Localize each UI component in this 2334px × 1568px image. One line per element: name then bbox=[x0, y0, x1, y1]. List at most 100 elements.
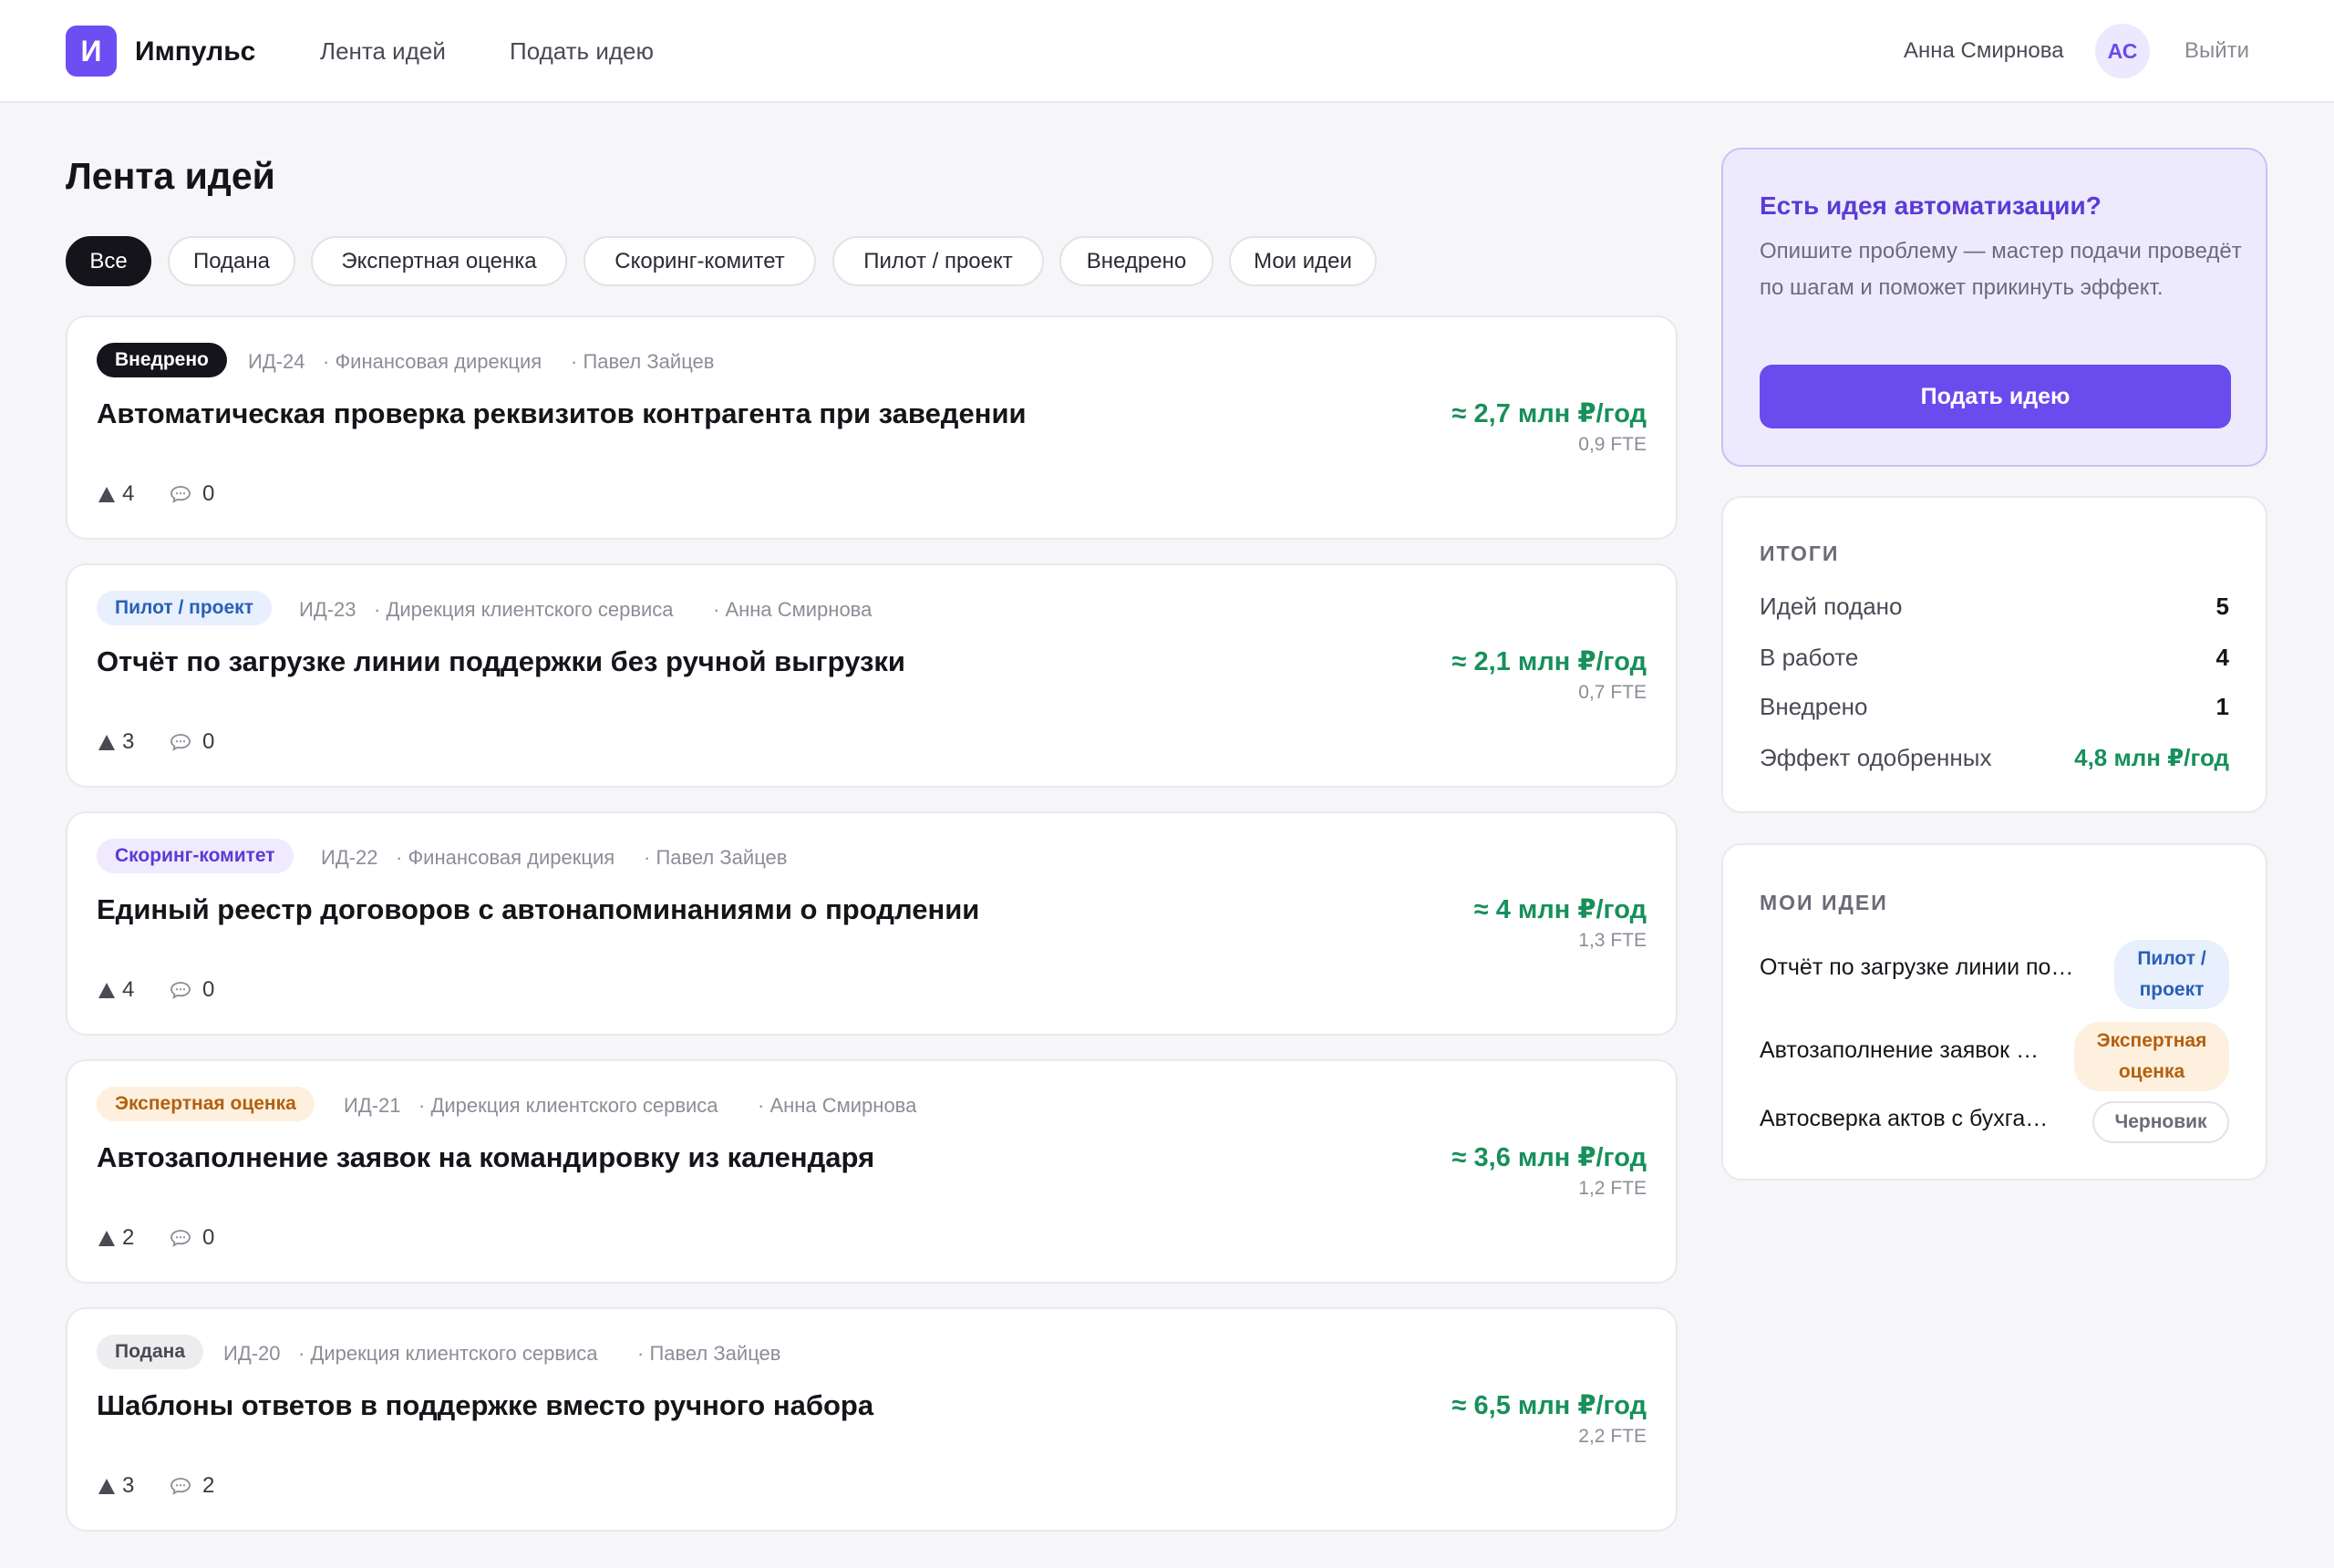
idea-fte: 1,2 FTE bbox=[1578, 1178, 1647, 1199]
comment-icon bbox=[170, 486, 191, 503]
idea-card[interactable]: Пилот / проект ИД-23 · Дирекция клиентск… bbox=[66, 563, 1678, 788]
cta-text: Опишите проблему — мастер подачи проведё… bbox=[1760, 239, 2242, 300]
vote-button[interactable]: 3 bbox=[98, 1473, 134, 1499]
status-badge: Внедрено bbox=[97, 343, 227, 377]
idea-fte: 2,2 FTE bbox=[1578, 1426, 1647, 1447]
idea-title[interactable]: Единый реестр договоров с автонапоминани… bbox=[97, 893, 979, 926]
comments-link[interactable]: 2 bbox=[170, 1473, 214, 1499]
stat-value: 5 bbox=[2215, 593, 2229, 620]
stat-label: Идей подано bbox=[1760, 593, 1903, 620]
idea-department: · Дирекция клиентского сервиса bbox=[298, 1342, 598, 1365]
totals-heading: ИТОГИ bbox=[1760, 542, 1840, 565]
vote-up-icon bbox=[98, 1478, 115, 1494]
comment-count: 2 bbox=[202, 1473, 215, 1498]
idea-effect: ≈ 3,6 млн ₽/год bbox=[1451, 1143, 1647, 1172]
idea-id: ИД-24 bbox=[248, 350, 305, 373]
submit-idea-cta: Есть идея автоматизации? Опишите проблем… bbox=[1721, 148, 2267, 467]
filter-chip-all[interactable]: Все bbox=[66, 236, 151, 286]
idea-card[interactable]: Внедрено ИД-24 · Финансовая дирекция · П… bbox=[66, 315, 1678, 540]
comment-count: 0 bbox=[202, 481, 215, 506]
idea-author: · Павел Зайцев bbox=[644, 846, 788, 869]
idea-id: ИД-21 bbox=[344, 1094, 401, 1117]
idea-id: ИД-20 bbox=[223, 1342, 281, 1365]
idea-card[interactable]: Экспертная оценка ИД-21 · Дирекция клиен… bbox=[66, 1059, 1678, 1284]
filter-chip-my-ideas[interactable]: Мои идеи bbox=[1229, 236, 1377, 286]
my-idea-title[interactable]: Автозаполнение заявок … bbox=[1760, 1037, 2070, 1064]
nav-feed-link[interactable]: Лента идей bbox=[320, 37, 446, 66]
comment-icon bbox=[170, 982, 191, 999]
cta-title: Есть идея автоматизации? bbox=[1760, 191, 2102, 220]
idea-department: · Финансовая дирекция bbox=[396, 846, 615, 869]
idea-title[interactable]: Автозаполнение заявок на командировку из… bbox=[97, 1141, 874, 1174]
logout-link[interactable]: Выйти bbox=[2184, 38, 2249, 64]
idea-effect: ≈ 2,1 млн ₽/год bbox=[1451, 647, 1647, 676]
vote-button[interactable]: 3 bbox=[98, 729, 134, 755]
idea-card[interactable]: Подана ИД-20 · Дирекция клиентского серв… bbox=[66, 1307, 1678, 1532]
totals-card: ИТОГИ Идей подано 5 В работе 4 Внедрено … bbox=[1721, 496, 2267, 813]
idea-author: · Павел Зайцев bbox=[637, 1342, 781, 1365]
idea-id: ИД-22 bbox=[321, 846, 378, 869]
status-badge: Пилот / проект bbox=[97, 591, 272, 625]
vote-up-icon bbox=[98, 982, 115, 998]
filter-chip-scoring[interactable]: Скоринг-комитет bbox=[584, 236, 816, 286]
filter-chip-implemented[interactable]: Внедрено bbox=[1059, 236, 1213, 286]
vote-button[interactable]: 2 bbox=[98, 1225, 134, 1251]
comments-link[interactable]: 0 bbox=[170, 729, 214, 755]
my-idea-title[interactable]: Отчёт по загрузке линии по… bbox=[1760, 954, 2106, 981]
stat-label: Внедрено bbox=[1760, 693, 1868, 720]
filter-chip-submitted[interactable]: Подана bbox=[168, 236, 295, 286]
comments-link[interactable]: 0 bbox=[170, 1225, 214, 1251]
comment-count: 0 bbox=[202, 729, 215, 754]
status-badge: Скоринг-комитет bbox=[97, 839, 294, 873]
filter-chip-expert[interactable]: Экспертная оценка bbox=[311, 236, 567, 286]
vote-count: 4 bbox=[122, 977, 135, 1002]
idea-fte: 0,9 FTE bbox=[1578, 434, 1647, 455]
vote-count: 4 bbox=[122, 481, 135, 506]
idea-id: ИД-23 bbox=[299, 598, 356, 621]
nav-submit-link[interactable]: Подать идею bbox=[510, 37, 654, 66]
stat-label: В работе bbox=[1760, 644, 1859, 671]
vote-up-icon bbox=[98, 1230, 115, 1246]
idea-author: · Анна Смирнова bbox=[713, 598, 873, 621]
idea-effect: ≈ 4 млн ₽/год bbox=[1473, 895, 1647, 924]
status-badge: Черновик bbox=[2092, 1101, 2229, 1143]
submit-idea-button[interactable]: Подать идею bbox=[1760, 365, 2231, 428]
logo-icon[interactable]: И bbox=[66, 26, 117, 77]
vote-count: 2 bbox=[122, 1225, 135, 1250]
stat-value: 1 bbox=[2215, 693, 2229, 720]
idea-title[interactable]: Шаблоны ответов в поддержке вместо ручно… bbox=[97, 1389, 873, 1422]
idea-department: · Финансовая дирекция bbox=[323, 350, 542, 373]
brand-name[interactable]: Импульс bbox=[135, 36, 255, 67]
idea-author: · Анна Смирнова bbox=[758, 1094, 917, 1117]
idea-card[interactable]: Скоринг-комитет ИД-22 · Финансовая дирек… bbox=[66, 811, 1678, 1036]
my-idea-title[interactable]: Автосверка актов с бухга… bbox=[1760, 1106, 2088, 1132]
idea-effect: ≈ 2,7 млн ₽/год bbox=[1451, 399, 1647, 428]
vote-button[interactable]: 4 bbox=[98, 977, 134, 1003]
comment-icon bbox=[170, 734, 191, 751]
idea-department: · Дирекция клиентского сервиса bbox=[418, 1094, 718, 1117]
page-title: Лента идей bbox=[66, 155, 275, 197]
idea-department: · Дирекция клиентского сервиса bbox=[374, 598, 674, 621]
top-bar: И Импульс Лента идей Подать идею Анна См… bbox=[0, 0, 2334, 103]
comments-link[interactable]: 0 bbox=[170, 481, 214, 507]
status-badge: Пилот / проект bbox=[2114, 940, 2229, 1009]
comment-count: 0 bbox=[202, 1225, 215, 1250]
idea-title[interactable]: Автоматическая проверка реквизитов контр… bbox=[97, 397, 1027, 430]
stat-label: Эффект одобренных bbox=[1760, 744, 1992, 771]
status-badge: Экспертная оценка bbox=[97, 1087, 315, 1121]
avatar[interactable]: АС bbox=[2095, 24, 2150, 78]
my-ideas-heading: МОИ ИДЕИ bbox=[1760, 891, 1888, 914]
filter-chip-pilot[interactable]: Пилот / проект bbox=[832, 236, 1044, 286]
comments-link[interactable]: 0 bbox=[170, 977, 214, 1003]
my-ideas-card: МОИ ИДЕИ Отчёт по загрузке линии по… Пил… bbox=[1721, 843, 2267, 1181]
comment-count: 0 bbox=[202, 977, 215, 1002]
idea-fte: 1,3 FTE bbox=[1578, 930, 1647, 951]
idea-fte: 0,7 FTE bbox=[1578, 682, 1647, 703]
comment-icon bbox=[170, 1478, 191, 1495]
stat-value: 4,8 млн ₽/год bbox=[2074, 744, 2229, 771]
vote-button[interactable]: 4 bbox=[98, 481, 134, 507]
vote-up-icon bbox=[98, 486, 115, 502]
status-badge: Экспертная оценка bbox=[2074, 1022, 2229, 1091]
vote-count: 3 bbox=[122, 1473, 135, 1498]
idea-title[interactable]: Отчёт по загрузке линии поддержки без ру… bbox=[97, 645, 905, 678]
